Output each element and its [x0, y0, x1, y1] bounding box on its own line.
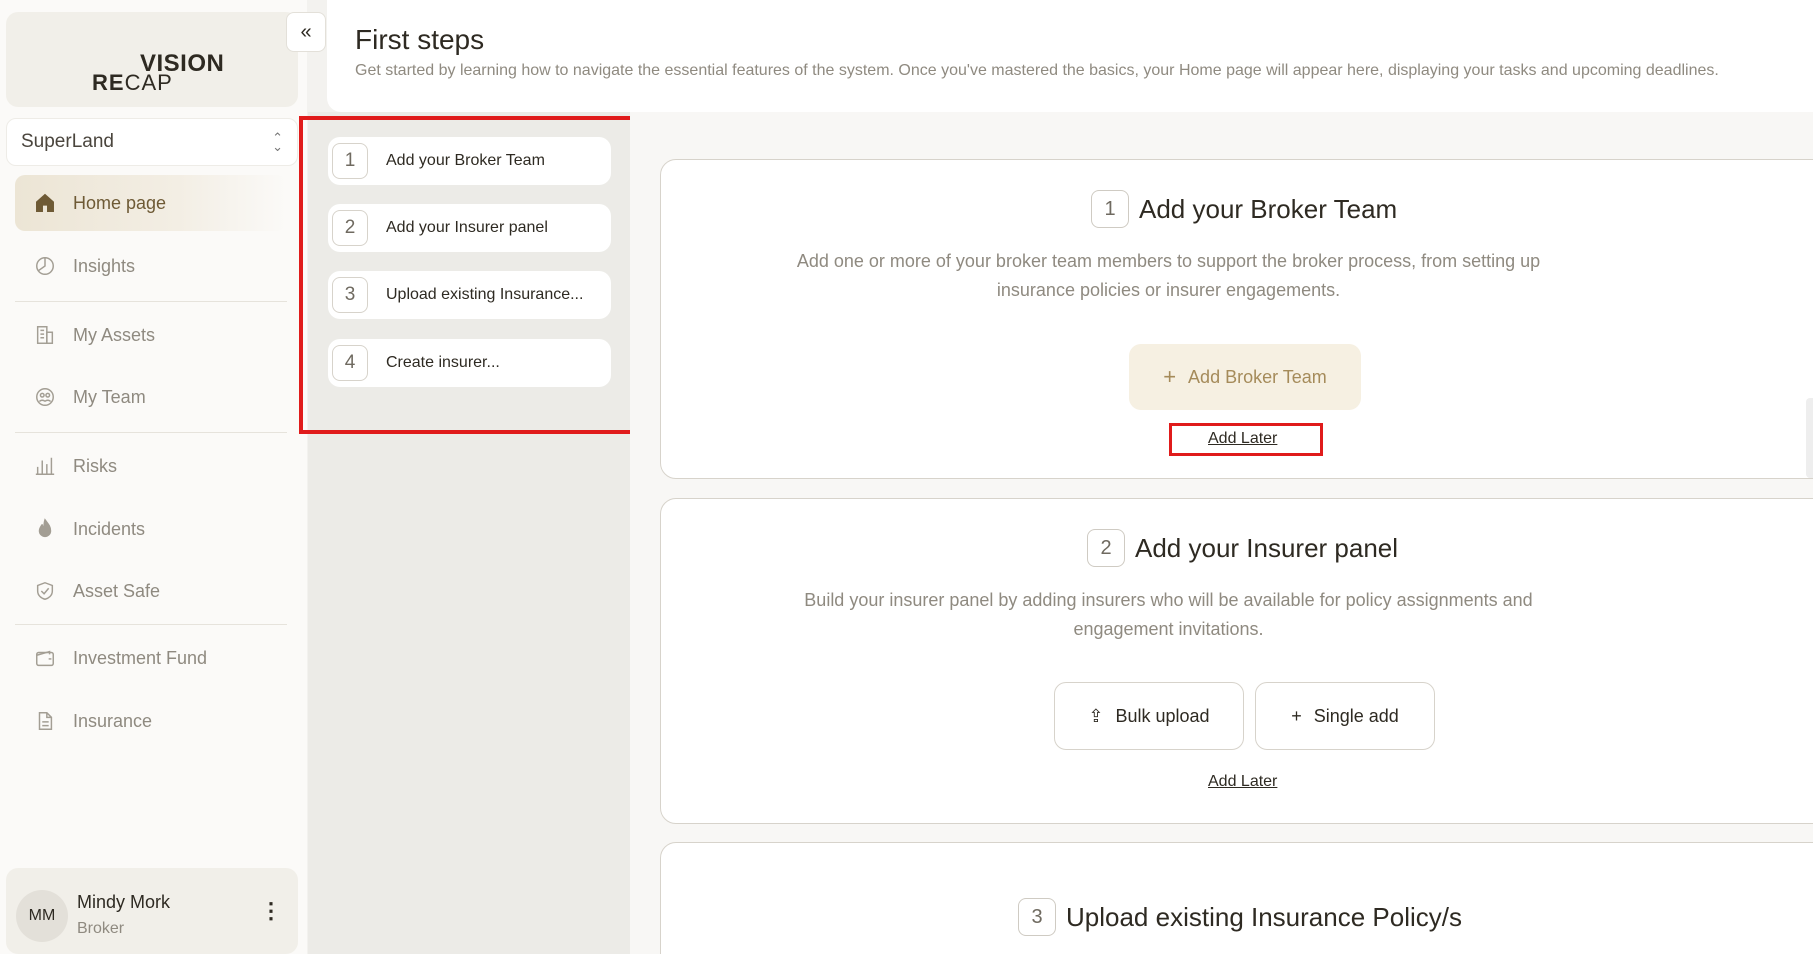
page-title: First steps [355, 24, 485, 55]
card-title: 2 Add your Insurer panel [1087, 529, 1398, 567]
flame-icon [33, 517, 57, 541]
sidebar-item-investment-fund[interactable]: Investment Fund [15, 630, 287, 686]
organization-value: SuperLand [21, 131, 114, 152]
sidebar-item-incidents[interactable]: Incidents [15, 501, 287, 557]
step-number: 4 [332, 345, 368, 381]
user-role: Broker [77, 920, 125, 937]
step-item-upload-insurance[interactable]: 3 Upload existing Insurance... [328, 271, 611, 319]
card-title-text: Add your Broker Team [1139, 193, 1398, 224]
step-item-insurer-panel[interactable]: 2 Add your Insurer panel [328, 204, 611, 252]
step-number: 1 [332, 143, 368, 179]
page-header: First steps Get started by learning how … [327, 0, 1813, 112]
team-icon [33, 385, 57, 409]
step-label: Add your Broker Team [386, 152, 545, 169]
building-icon [33, 323, 57, 347]
home-icon [33, 191, 57, 215]
card-upload-policy: 3 Upload existing Insurance Policy/s [660, 842, 1813, 954]
sidebar-item-label: Insights [73, 255, 136, 276]
chevron-updown-icon: ⌃ ⌄ [272, 129, 283, 154]
sidebar-item-label: Asset Safe [73, 580, 161, 601]
button-label: Add Broker Team [1188, 366, 1327, 387]
add-broker-team-button[interactable]: + Add Broker Team [1129, 344, 1361, 410]
card-insurer-panel: 2 Add your Insurer panel Build your insu… [660, 498, 1813, 824]
button-label: Bulk upload [1115, 705, 1210, 726]
add-later-link[interactable]: Add Later [1208, 773, 1277, 791]
collapse-sidebar-button[interactable]: « [286, 12, 326, 52]
sidebar-item-label: My Assets [73, 324, 156, 345]
step-label: Upload existing Insurance... [386, 286, 584, 303]
card-description-line: engagement invitations. [1073, 619, 1264, 639]
sidebar-item-risks[interactable]: Risks [15, 438, 287, 494]
nav-divider [15, 432, 287, 433]
card-description: Add one or more of your broker team memb… [661, 247, 1676, 305]
step-number: 2 [332, 210, 368, 246]
page-subtitle: Get started by learning how to navigate … [355, 62, 1719, 79]
sidebar-item-label: Risks [73, 455, 117, 476]
app-root: VISION RECAP SuperLand ⌃ ⌄ Home page Insi… [0, 0, 1813, 954]
step-number: 3 [332, 277, 368, 313]
avatar: MM [16, 890, 68, 942]
card-description: Build your insurer panel by adding insur… [661, 586, 1676, 644]
sidebar-item-home[interactable]: Home page [15, 175, 287, 231]
sidebar-item-label: My Team [73, 386, 146, 407]
nav-divider [15, 301, 287, 302]
plus-icon: + [1163, 364, 1177, 389]
sidebar-item-asset-safe[interactable]: Asset Safe [15, 563, 287, 619]
logo-container: VISION RECAP [6, 12, 298, 107]
sidebar-item-insights[interactable]: Insights [15, 238, 287, 294]
scroll-edge [1806, 398, 1813, 478]
card-step-number: 2 [1087, 529, 1125, 567]
bulk-upload-button[interactable]: ⇪ Bulk upload [1054, 682, 1244, 750]
pie-chart-icon [33, 254, 57, 278]
logo: VISION RECAP [92, 48, 232, 98]
sidebar-item-label: Home page [73, 192, 167, 213]
card-description-line: Add one or more of your broker team memb… [796, 251, 1541, 271]
sidebar-item-my-assets[interactable]: My Assets [15, 307, 287, 363]
organization-select[interactable]: SuperLand ⌃ ⌄ [6, 118, 298, 166]
user-profile: MM Mindy Mork Broker ⋮ [6, 868, 298, 954]
card-description-line: Build your insurer panel by adding insur… [804, 590, 1533, 610]
step-label: Create insurer... [386, 354, 500, 371]
button-label: Single add [1313, 705, 1399, 726]
logo-line2b: CAP [124, 70, 173, 95]
nav-divider [15, 624, 287, 625]
card-broker-team: 1 Add your Broker Team Add one or more o… [660, 159, 1813, 479]
logo-line2a: RE [92, 70, 125, 95]
more-options-icon[interactable]: ⋮ [260, 900, 282, 930]
single-add-button[interactable]: + Single add [1255, 682, 1435, 750]
double-chevron-left-icon: « [300, 20, 312, 43]
upload-icon: ⇪ [1088, 705, 1104, 726]
document-icon [33, 709, 57, 733]
card-description-line: insurance policies or insurer engagement… [996, 280, 1341, 300]
sidebar-item-insurance[interactable]: Insurance [15, 693, 287, 749]
step-item-create-insurer[interactable]: 4 Create insurer... [328, 339, 611, 387]
user-name: Mindy Mork [77, 892, 171, 912]
sidebar-item-my-team[interactable]: My Team [15, 369, 287, 425]
sidebar-item-label: Incidents [73, 518, 146, 539]
logo-line2: RECAP [92, 70, 173, 96]
card-step-number: 3 [1018, 898, 1056, 936]
card-title: 1 Add your Broker Team [1091, 190, 1397, 228]
shield-icon [33, 579, 57, 603]
card-title-text: Add your Insurer panel [1135, 532, 1399, 563]
add-later-link[interactable]: Add Later [1208, 430, 1277, 448]
sidebar: VISION RECAP SuperLand ⌃ ⌄ Home page Insi… [0, 0, 307, 954]
plus-icon: + [1291, 705, 1302, 726]
card-title-text: Upload existing Insurance Policy/s [1066, 901, 1462, 932]
sidebar-item-label: Investment Fund [73, 647, 208, 668]
card-title: 3 Upload existing Insurance Policy/s [1018, 898, 1462, 936]
card-step-number: 1 [1091, 190, 1129, 228]
wallet-icon [33, 646, 57, 670]
sidebar-item-label: Insurance [73, 710, 153, 731]
step-item-broker-team[interactable]: 1 Add your Broker Team [328, 137, 611, 185]
bar-chart-icon [33, 454, 57, 478]
step-label: Add your Insurer panel [386, 219, 548, 236]
